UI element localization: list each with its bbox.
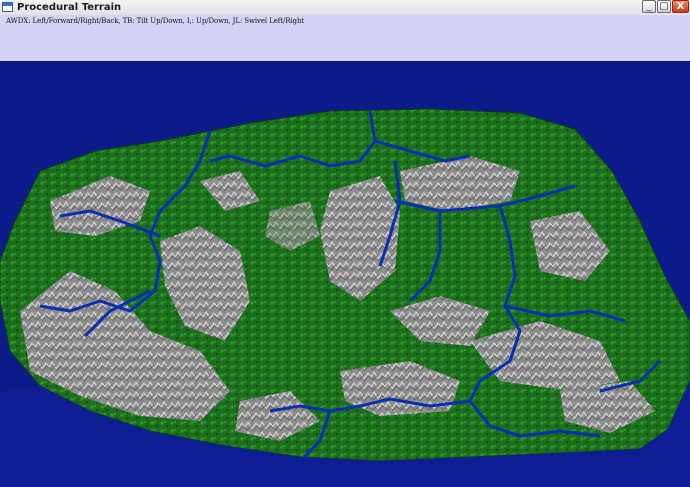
render-area[interactable]: AWDX: Left/Forward/Right/Back, TB: Tilt … <box>0 15 690 487</box>
close-button[interactable]: X <box>672 0 689 13</box>
app-window: Procedural Terrain _ □ X AWDX: Left/Forw… <box>0 0 690 487</box>
maximize-button[interactable]: □ <box>657 0 671 13</box>
minimize-button[interactable]: _ <box>642 0 656 13</box>
app-window-icon[interactable] <box>2 2 13 12</box>
terrain-render <box>0 61 690 487</box>
window-title: Procedural Terrain <box>17 2 122 13</box>
controls-hint: AWDX: Left/Forward/Right/Back, TB: Tilt … <box>6 17 305 25</box>
title-bar[interactable]: Procedural Terrain _ □ X <box>0 0 690 16</box>
terrain-viewport[interactable] <box>0 61 690 487</box>
